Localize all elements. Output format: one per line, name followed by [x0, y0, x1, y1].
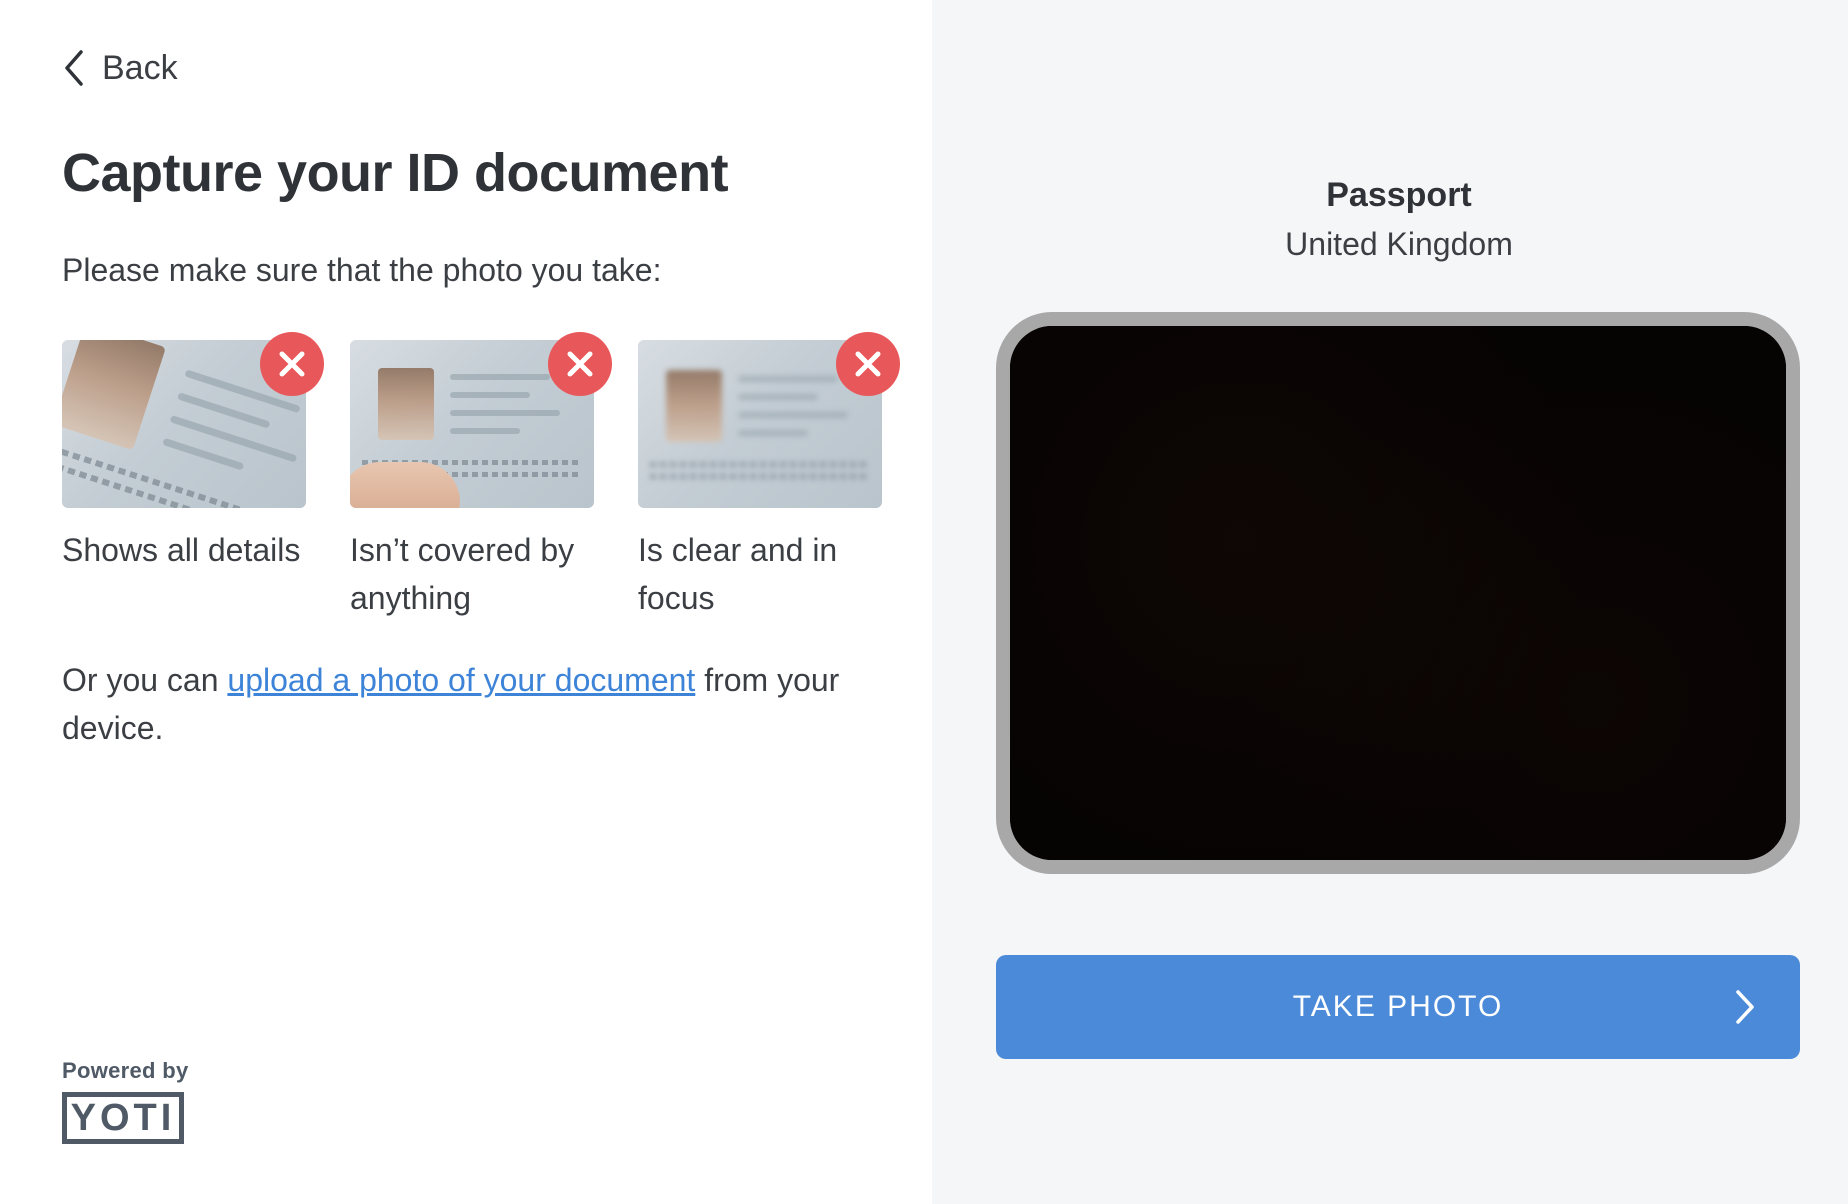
page-title: Capture your ID document — [62, 143, 729, 203]
upload-alternative: Or you can upload a photo of your docume… — [62, 656, 882, 752]
tip-caption: Shows all details — [62, 532, 301, 568]
tip-not-covered: Isn’t covered by anything — [350, 332, 612, 622]
back-label: Back — [102, 48, 178, 87]
camera-viewfinder — [996, 312, 1800, 874]
powered-by-label: Powered by — [62, 1058, 189, 1083]
back-button[interactable]: Back — [60, 48, 178, 88]
chevron-left-icon — [60, 48, 88, 88]
instructions-panel: Back Capture your ID document Please mak… — [0, 0, 932, 1204]
invalid-icon — [548, 332, 612, 396]
take-photo-button[interactable]: TAKE PHOTO — [996, 955, 1800, 1059]
take-photo-label: TAKE PHOTO — [1292, 990, 1504, 1023]
upload-prefix: Or you can — [62, 662, 228, 698]
invalid-icon — [836, 332, 900, 396]
chevron-right-icon — [1736, 990, 1754, 1024]
tip-caption: Is clear and in focus — [638, 532, 838, 616]
tip-caption: Isn’t covered by anything — [350, 532, 575, 616]
document-country: United Kingdom — [1285, 226, 1513, 262]
document-type: Passport — [1326, 176, 1472, 214]
tip-clear-focus: Is clear and in focus — [638, 332, 900, 622]
invalid-icon — [260, 332, 324, 396]
upload-document-link[interactable]: upload a photo of your document — [227, 662, 695, 698]
yoti-logo: YOTI — [62, 1092, 184, 1144]
tip-shows-all-details: Shows all details — [62, 332, 324, 574]
powered-by: Powered by YOTI — [62, 1058, 188, 1144]
instructions-intro: Please make sure that the photo you take… — [62, 252, 662, 288]
photo-tips: Shows all details Isn’t covered by anyth… — [62, 332, 922, 630]
camera-feed — [1010, 326, 1786, 860]
